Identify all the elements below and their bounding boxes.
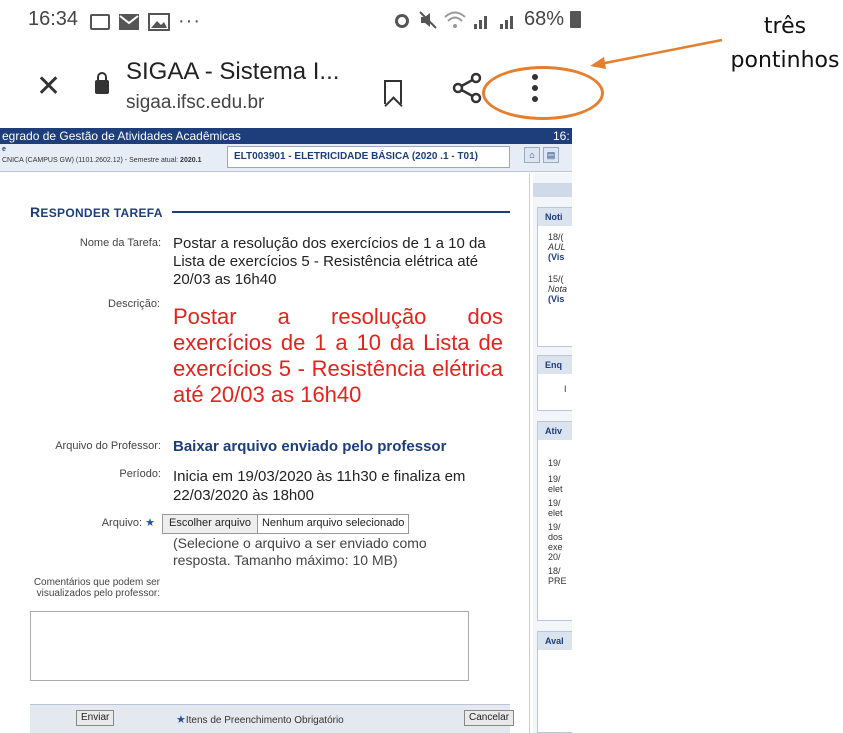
close-tab-icon[interactable]: ✕: [36, 72, 61, 102]
wifi-icon: [444, 11, 466, 28]
signal-icon: [474, 15, 487, 29]
news-link[interactable]: (Vis: [548, 252, 572, 262]
teacher-file-label: Arquivo do Professor:: [55, 440, 161, 452]
poll-panel-title: Enq: [538, 356, 572, 374]
period-value: Inicia em 19/03/2020 às 11h30 e finaliza…: [173, 468, 466, 504]
print-icon[interactable]: ▤: [543, 147, 559, 163]
choose-file-button[interactable]: Escolher arquivo: [163, 515, 258, 533]
more-notifications-icon: ···: [178, 10, 201, 32]
activities-list: 19/ 19/ elet 19/ elet 19/ dos exe 20/ 18…: [548, 458, 567, 586]
share-icon[interactable]: [452, 72, 482, 104]
system-time: 16:: [553, 129, 570, 143]
campus-info: CNICA (CAMPUS GW) (1101.2602.12) - Semes…: [2, 157, 202, 164]
comments-label: Comentários que podem ser visualizados p…: [33, 577, 160, 599]
evaluations-panel: Aval: [537, 631, 572, 733]
file-hint: (Selecione o arquivo a ser enviado como …: [173, 535, 427, 568]
right-sidebar: Noti 18/( AUL (Vis 15/( Nota (Vis Enq I …: [533, 173, 572, 733]
task-form: RESPONDER TAREFA Nome da Tarefa: Postar …: [0, 173, 530, 733]
user-info: e: [2, 146, 6, 153]
current-semester: 2020.1: [180, 157, 202, 164]
gallery-icon: [148, 12, 170, 31]
annotation-arrow: [590, 38, 723, 69]
news-panel: Noti 18/( AUL (Vis 15/( Nota (Vis: [537, 207, 572, 347]
description-label: Descrição:: [108, 298, 160, 310]
course-info-strip: e CNICA (CAMPUS GW) (1101.2602.12) - Sem…: [0, 144, 572, 172]
news-list: 18/( AUL (Vis 15/( Nota (Vis: [538, 226, 572, 304]
comments-textarea[interactable]: [30, 611, 469, 681]
sidebar-header: [533, 183, 572, 197]
submit-button[interactable]: Enviar: [76, 710, 115, 726]
required-star-icon: ★: [145, 517, 155, 529]
download-teacher-file-link[interactable]: Baixar arquivo enviado pelo professor: [173, 438, 446, 455]
task-name-label: Nome da Tarefa:: [79, 237, 161, 249]
bookmark-icon[interactable]: [384, 80, 402, 104]
home-icon[interactable]: ⌂: [524, 147, 540, 163]
notification-icons: ···: [90, 10, 201, 33]
poll-panel: Enq I: [537, 355, 572, 411]
annotation-ellipse: [482, 66, 604, 120]
task-name-value: Postar a resolução dos exercícios de 1 a…: [173, 235, 486, 288]
period-label: Período:: [119, 468, 161, 480]
form-footer: Enviar ★Itens de Preenchimento Obrigatór…: [30, 704, 515, 733]
annotation-label: três pontinhos: [730, 14, 840, 73]
lock-icon[interactable]: [95, 72, 109, 94]
system-icons: 68%: [392, 8, 582, 31]
battery-percent: 68%: [524, 8, 565, 30]
system-header: egrado de Gestão de Atividades Acadêmica…: [0, 128, 572, 144]
news-link[interactable]: (Vis: [548, 294, 572, 304]
description-value: Postar a resolução dos exercícios de 1 a…: [173, 304, 503, 407]
battery-icon: [570, 11, 582, 28]
sigaa-page: egrado de Gestão de Atividades Acadêmica…: [0, 128, 572, 733]
signal-icon: [500, 15, 513, 29]
course-selector[interactable]: ELT003901 - ELETRICIDADE BÁSICA (2020 .1…: [227, 146, 510, 168]
required-note: ★Itens de Preenchimento Obrigatório: [176, 714, 344, 726]
section-title: RESPONDER TAREFA: [30, 204, 163, 220]
required-star-icon: ★: [176, 714, 186, 726]
file-label: Arquivo: ★: [101, 517, 155, 529]
alarm-icon: [395, 13, 409, 28]
file-input[interactable]: Escolher arquivo Nenhum arquivo selecion…: [162, 514, 410, 534]
system-title: egrado de Gestão de Atividades Acadêmica…: [2, 129, 241, 143]
phone-status-bar: 16:34 ··· 68%: [0, 0, 620, 46]
activities-panel: Ativ 19/ 19/ elet 19/ elet 19/ dos exe 2…: [537, 421, 572, 621]
section-divider: [172, 211, 510, 213]
page-title[interactable]: SIGAA - Sistema I...: [126, 58, 339, 86]
poll-text: I: [564, 384, 567, 394]
url-text[interactable]: sigaa.ifsc.edu.br: [126, 92, 264, 114]
file-status: Nenhum arquivo selecionado: [257, 515, 409, 533]
cancel-button[interactable]: Cancelar: [464, 710, 515, 726]
mail-icon: [119, 13, 139, 30]
activities-panel-title: Ativ: [538, 422, 572, 440]
news-panel-title: Noti: [538, 208, 572, 226]
screen-icon: [90, 13, 110, 30]
status-time: 16:34: [28, 8, 79, 30]
evaluations-panel-title: Aval: [538, 632, 572, 650]
mute-icon: [419, 10, 437, 29]
